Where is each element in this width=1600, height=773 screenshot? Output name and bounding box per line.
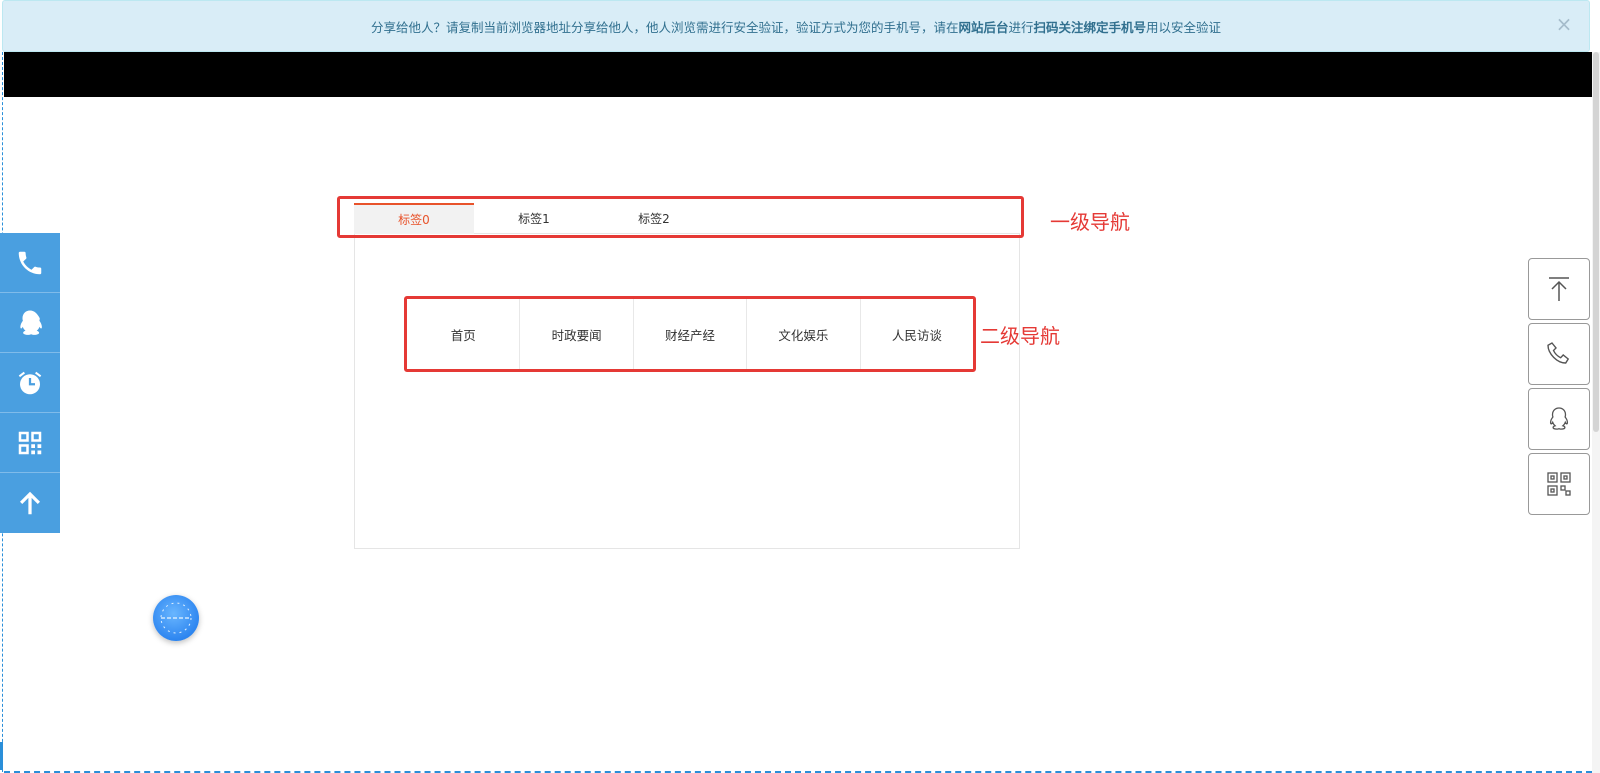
header-bar xyxy=(4,52,1592,97)
phone-icon xyxy=(18,251,42,274)
notice-text-part: 用以安全验证 xyxy=(1146,19,1222,35)
right-back-to-top-button[interactable] xyxy=(1528,258,1590,320)
qq-icon xyxy=(20,310,42,335)
scrollbar-thumb[interactable] xyxy=(1593,52,1599,432)
notice-bold-bind-phone: 扫码关注绑定手机号 xyxy=(1033,19,1147,35)
notice-text-part: 分享给他人？请复制当前浏览器地址分享给他人，他人浏览需进行安全验证，验证方式为您… xyxy=(370,19,959,35)
tab-content-panel xyxy=(354,233,1020,549)
arrow-up-icon xyxy=(20,491,40,515)
qr-code-icon xyxy=(1547,472,1571,496)
right-phone-button[interactable] xyxy=(1528,323,1590,385)
floating-service-button[interactable] xyxy=(153,595,199,641)
annotation-box-primary xyxy=(337,196,1024,238)
close-icon[interactable]: × xyxy=(1553,12,1575,36)
right-float-toolbar xyxy=(1528,258,1590,518)
notice-bold-admin: 网站后台 xyxy=(958,19,1009,35)
right-qrcode-button[interactable] xyxy=(1528,453,1590,515)
left-qq-button[interactable] xyxy=(0,293,60,353)
left-float-toolbar xyxy=(0,233,60,533)
left-top-button[interactable] xyxy=(0,473,60,533)
annotation-secondary-nav: 二级导航 xyxy=(980,324,1060,348)
right-qq-button[interactable] xyxy=(1528,388,1590,450)
qr-code-icon xyxy=(18,431,42,454)
edge-marker xyxy=(0,742,3,770)
notice-text-part: 进行 xyxy=(1008,19,1034,35)
left-alarm-button[interactable] xyxy=(0,353,60,413)
annotation-box-secondary xyxy=(404,296,976,372)
annotation-primary-nav: 一级导航 xyxy=(1050,210,1130,234)
left-qrcode-button[interactable] xyxy=(0,413,60,473)
left-phone-button[interactable] xyxy=(0,233,60,293)
back-to-top-icon xyxy=(1549,277,1569,301)
share-notice: 分享给他人？请复制当前浏览器地址分享给他人，他人浏览需进行安全验证，验证方式为您… xyxy=(2,0,1590,52)
alarm-clock-icon xyxy=(18,371,42,394)
qq-icon xyxy=(1549,407,1569,430)
notice-text: 分享给他人？请复制当前浏览器地址分享给他人，他人浏览需进行安全验证，验证方式为您… xyxy=(371,17,1221,36)
scrollbar[interactable] xyxy=(1592,52,1600,773)
phone-icon xyxy=(1547,342,1570,364)
dashed-ring-icon xyxy=(160,602,192,634)
